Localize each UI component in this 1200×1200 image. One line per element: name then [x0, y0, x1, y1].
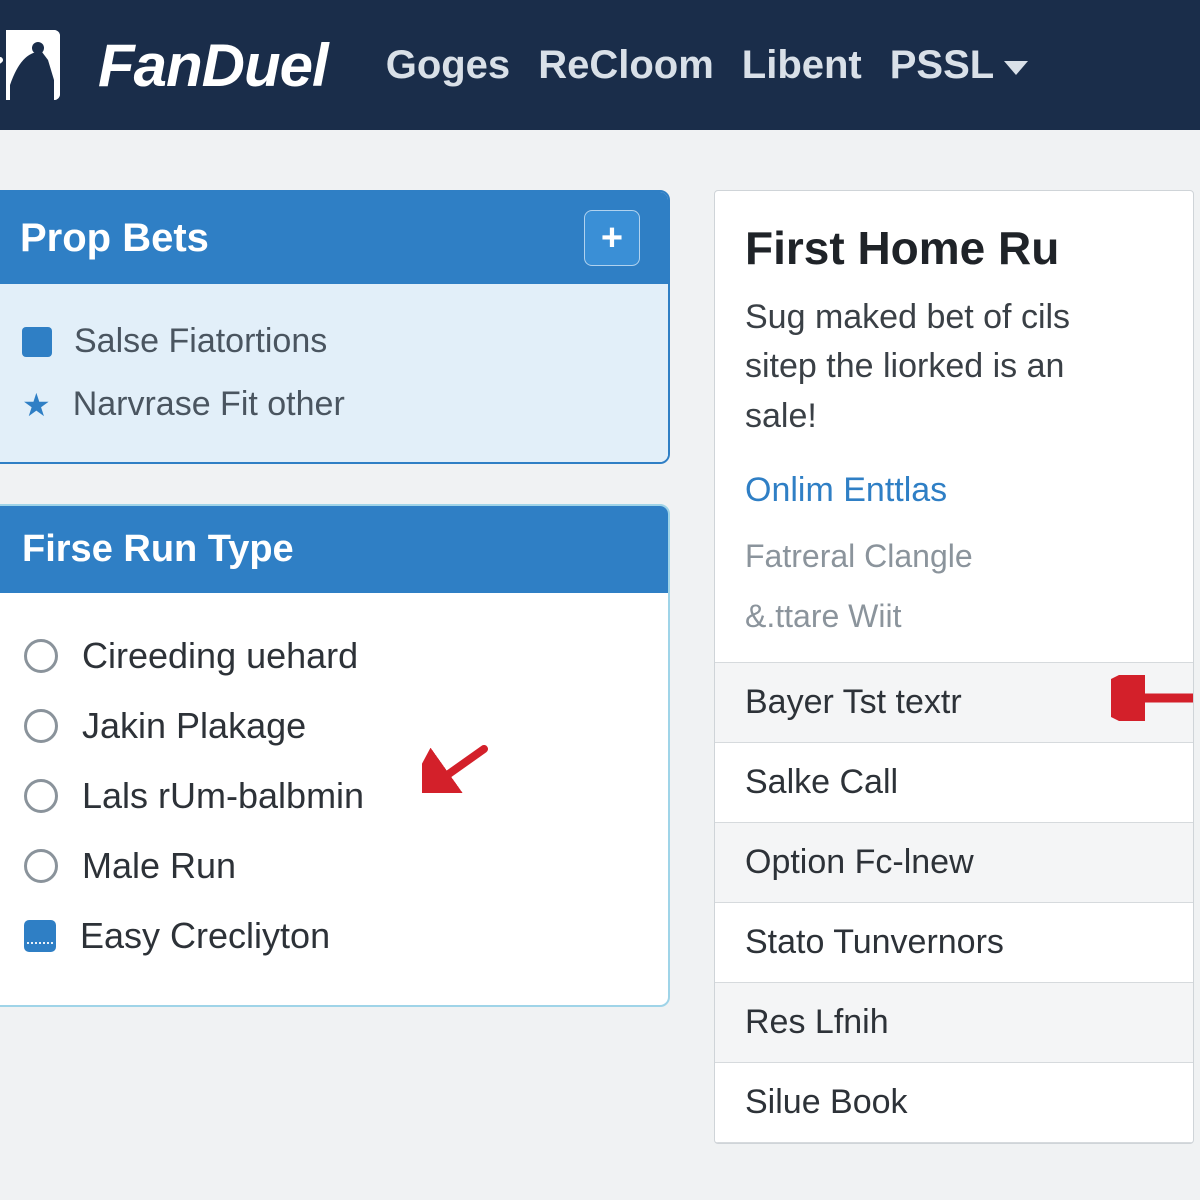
first-home-run-card: First Home Ru Sug maked bet of cils site…	[714, 190, 1194, 1144]
top-nav: FanDuel Goges ReCloom Libent PSSL	[0, 0, 1200, 130]
nav-goges[interactable]: Goges	[386, 43, 510, 88]
radio-icon	[24, 849, 58, 883]
left-column: Prop Bets + Salse Fiatortions ★ Narvrase…	[0, 190, 670, 1144]
option-label: Jakin Plakage	[82, 705, 306, 747]
sub-text: &.ttare Wiit	[745, 592, 1163, 640]
mlb-logo	[0, 30, 60, 100]
radio-icon	[24, 709, 58, 743]
prop-item[interactable]: ★ Narvrase Fit other	[22, 373, 638, 436]
run-type-option[interactable]: Cireeding uehard	[24, 621, 636, 691]
list-item[interactable]: Option Fc-lnew	[715, 823, 1193, 903]
list-item-label: Bayer Tst textr	[745, 683, 962, 721]
nav-label: Libent	[742, 43, 862, 88]
prop-bets-body: Salse Fiatortions ★ Narvrase Fit other	[0, 284, 668, 462]
option-label: Lals rUm-balbmin	[82, 775, 364, 817]
square-icon	[22, 327, 52, 357]
promo-text: Sug maked bet of cils sitep the liorked …	[745, 293, 1163, 441]
radio-icon	[24, 639, 58, 673]
run-type-option[interactable]: Jakin Plakage	[24, 691, 636, 761]
chevron-down-icon	[1004, 61, 1028, 75]
nav-label: Goges	[386, 43, 510, 88]
sub-text: Fatreral Clangle	[745, 532, 1163, 580]
right-list: Bayer Tst textr Salke Call Option Fc-lne…	[715, 662, 1193, 1143]
nav-recloom[interactable]: ReCloom	[538, 43, 714, 88]
star-icon: ★	[22, 386, 51, 424]
add-prop-bet-button[interactable]: +	[584, 210, 640, 266]
prop-bets-card: Prop Bets + Salse Fiatortions ★ Narvrase…	[0, 190, 670, 464]
run-type-option[interactable]: Easy Crecliyton	[24, 901, 636, 971]
promo-line: Sug maked bet of cils	[745, 298, 1070, 336]
promo-line: sitep the liorked is an	[745, 347, 1064, 385]
checkbox-icon	[24, 920, 56, 952]
nav-libent[interactable]: Libent	[742, 43, 862, 88]
list-item[interactable]: Silue Book	[715, 1063, 1193, 1143]
prop-item[interactable]: Salse Fiatortions	[22, 310, 638, 373]
nav-label: ReCloom	[538, 43, 714, 88]
list-item[interactable]: Stato Tunvernors	[715, 903, 1193, 983]
list-item-label: Silue Book	[745, 1083, 908, 1121]
brand-logo: FanDuel	[98, 31, 328, 100]
radio-icon	[24, 779, 58, 813]
option-label: Male Run	[82, 845, 236, 887]
nav-pssl[interactable]: PSSL	[890, 43, 1028, 88]
annotation-arrow-icon	[1111, 675, 1194, 721]
option-label: Cireeding uehard	[82, 635, 358, 677]
list-item-label: Stato Tunvernors	[745, 923, 1004, 961]
right-card-title: First Home Ru	[745, 221, 1163, 275]
prop-item-label: Narvrase Fit other	[73, 385, 345, 424]
run-type-card: Firse Run Type Cireeding uehard Jakin Pl…	[0, 504, 670, 1007]
prop-bets-title: Prop Bets	[20, 216, 209, 261]
run-type-title: Firse Run Type	[0, 506, 668, 593]
list-item[interactable]: Salke Call	[715, 743, 1193, 823]
nav-label: PSSL	[890, 43, 994, 88]
promo-line: sale!	[745, 397, 817, 435]
list-item-label: Res Lfnih	[745, 1003, 889, 1041]
option-label: Easy Crecliyton	[80, 915, 330, 957]
list-item-label: Option Fc-lnew	[745, 843, 974, 881]
list-item-label: Salke Call	[745, 763, 898, 801]
onlim-link[interactable]: Onlim Enttlas	[745, 471, 1163, 510]
right-card-top: First Home Ru Sug maked bet of cils site…	[715, 191, 1193, 640]
prop-item-label: Salse Fiatortions	[74, 322, 327, 361]
run-type-body: Cireeding uehard Jakin Plakage Lals rUm-…	[0, 593, 668, 1005]
run-type-option[interactable]: Male Run	[24, 831, 636, 901]
list-item[interactable]: Bayer Tst textr	[715, 663, 1193, 743]
main-content: Prop Bets + Salse Fiatortions ★ Narvrase…	[0, 130, 1200, 1144]
prop-bets-header: Prop Bets +	[0, 192, 668, 284]
right-column: First Home Ru Sug maked bet of cils site…	[714, 190, 1200, 1144]
run-type-option[interactable]: Lals rUm-balbmin	[24, 761, 636, 831]
list-item[interactable]: Res Lfnih	[715, 983, 1193, 1063]
